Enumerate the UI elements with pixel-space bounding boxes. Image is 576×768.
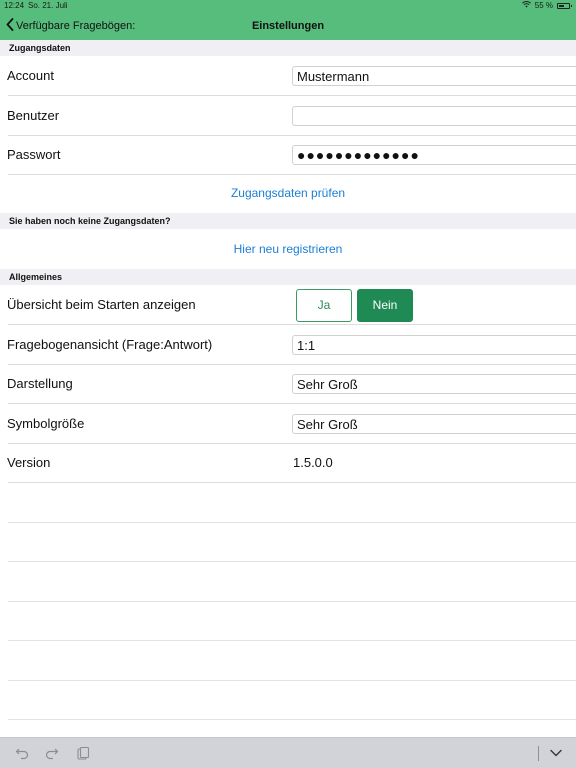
status-date: So. 21. Juli: [28, 1, 68, 10]
display-row: Darstellung: [0, 364, 576, 404]
benutzer-label: Benutzer: [7, 108, 60, 123]
empty-row-divider: [8, 601, 576, 602]
overview-nein-button[interactable]: Nein: [357, 289, 413, 322]
section-header-registration: Sie haben noch keine Zugangsdaten?: [0, 213, 576, 229]
display-input[interactable]: [292, 374, 576, 394]
view-ratio-input[interactable]: [292, 335, 576, 355]
version-label: Version: [7, 455, 51, 470]
passwort-label: Passwort: [7, 147, 61, 162]
passwort-row: Passwort ●●●●●●●●●●●●●: [0, 135, 576, 175]
register-link[interactable]: Hier neu registrieren: [0, 242, 576, 256]
version-value: 1.5.0.0: [293, 455, 333, 470]
status-time: 12:24: [4, 1, 25, 10]
view-ratio-row: Fragebogenansicht (Frage:Antwort): [0, 325, 576, 365]
toolbar-divider: [538, 746, 539, 761]
navigation-bar: Verfügbare Fragebögen: Einstellungen: [0, 12, 576, 40]
benutzer-row: Benutzer: [0, 96, 576, 136]
zugangsdaten-pruefen-link[interactable]: Zugangsdaten prüfen: [0, 186, 576, 200]
paste-icon[interactable]: [76, 746, 90, 760]
account-label: Account: [7, 68, 54, 83]
section-header-zugangsdaten: Zugangsdaten: [0, 40, 576, 56]
display-label: Darstellung: [7, 376, 73, 391]
keyboard-toolbar: [0, 737, 576, 768]
battery-icon: [557, 2, 572, 9]
symbol-size-row: Symbolgröße: [0, 404, 576, 444]
page-title: Einstellungen: [251, 20, 325, 32]
overview-ja-button[interactable]: Ja: [296, 289, 352, 322]
overview-label: Übersicht beim Starten anzeigen: [7, 297, 196, 312]
view-ratio-label: Fragebogenansicht (Frage:Antwort): [7, 337, 213, 352]
wifi-icon: [521, 1, 531, 10]
keyboard-dismiss-icon[interactable]: [549, 746, 563, 760]
empty-row-divider: [8, 561, 576, 562]
status-right: 55 %: [521, 1, 572, 10]
empty-row-divider: [8, 522, 576, 523]
account-input[interactable]: [292, 66, 576, 86]
battery-percent: 55 %: [534, 1, 553, 10]
empty-row-divider: [8, 640, 576, 641]
symbol-size-input[interactable]: [292, 414, 576, 434]
passwort-input[interactable]: ●●●●●●●●●●●●●: [292, 145, 576, 165]
account-row: Account: [0, 56, 576, 96]
benutzer-input[interactable]: [292, 106, 576, 126]
overview-row: Übersicht beim Starten anzeigen Ja Nein: [0, 285, 576, 325]
section-header-allgemeines: Allgemeines: [0, 269, 576, 285]
empty-row-divider: [8, 680, 576, 681]
symbol-size-label: Symbolgröße: [7, 416, 85, 431]
version-row: Version 1.5.0.0: [0, 443, 576, 483]
empty-row-divider: [8, 719, 576, 720]
redo-icon[interactable]: [45, 746, 59, 760]
status-bar: 12:24 So. 21. Juli 55 %: [0, 0, 576, 12]
undo-icon[interactable]: [15, 746, 29, 760]
